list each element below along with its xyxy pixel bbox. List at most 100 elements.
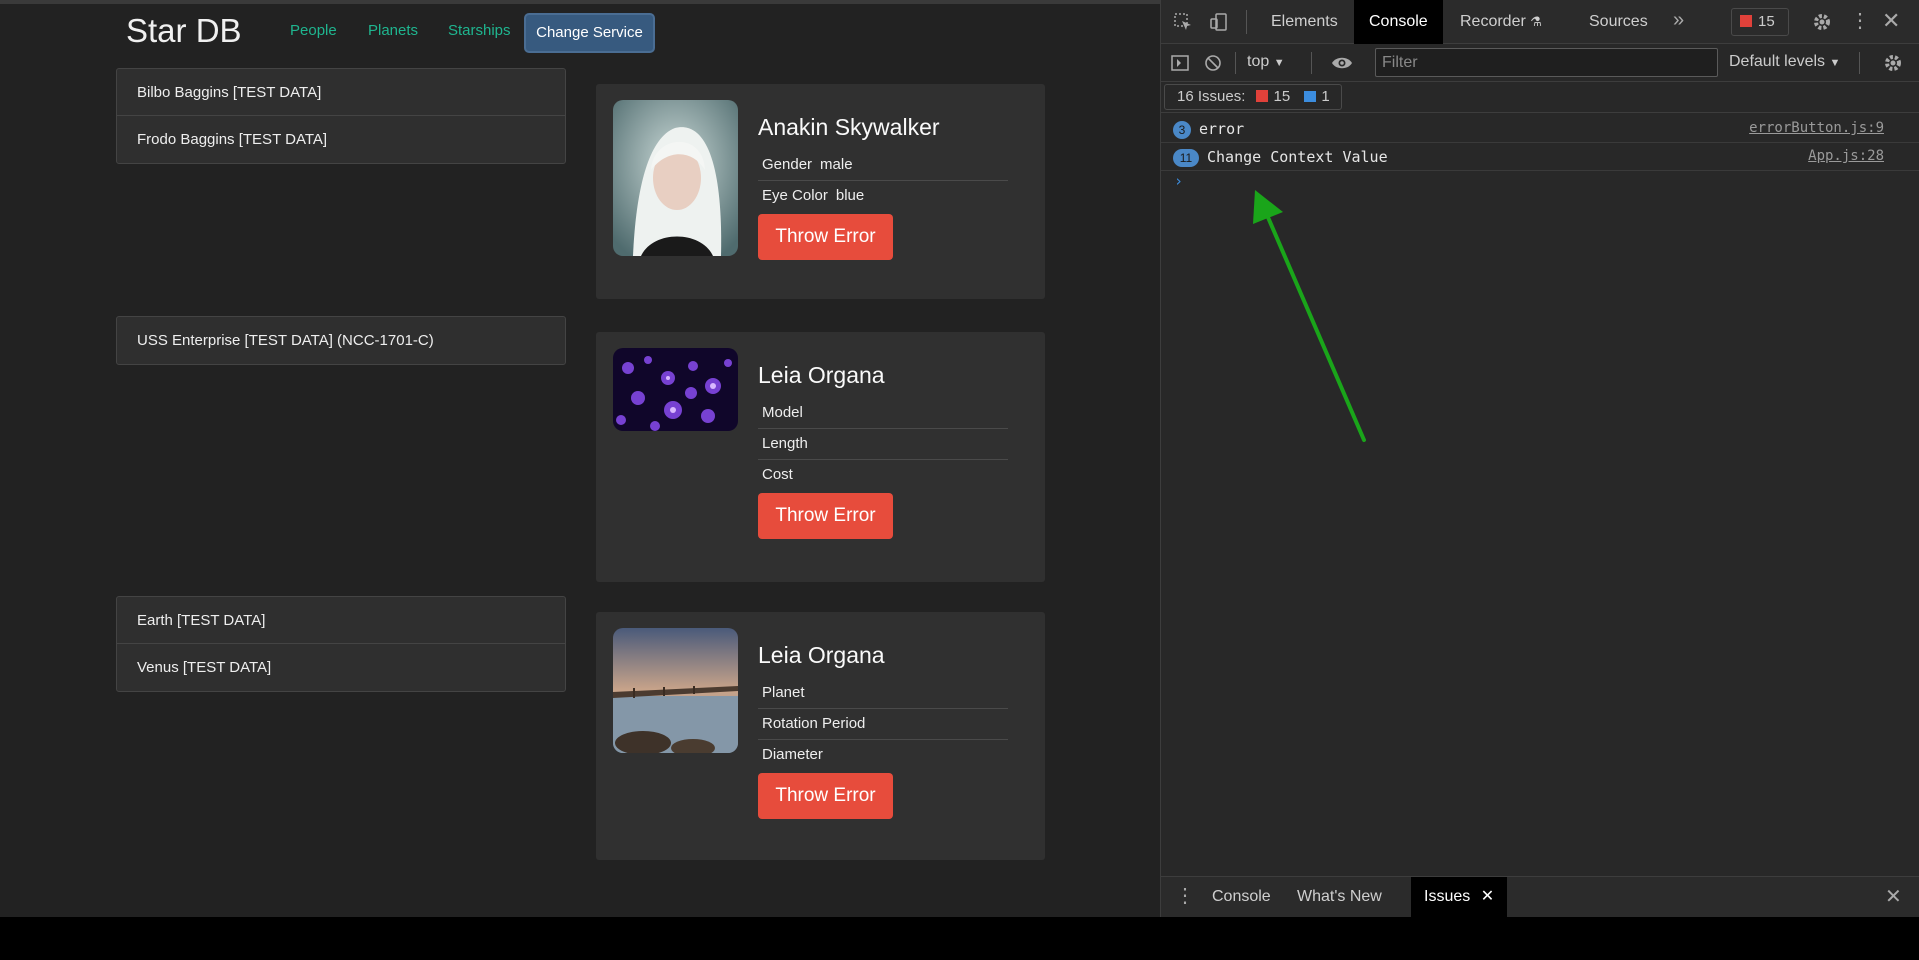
starship-image [613, 348, 738, 431]
prop-label: Model [762, 404, 803, 421]
annotation-arrow [1253, 190, 1366, 442]
error-count: 15 [1758, 13, 1775, 30]
prop-length: Length [758, 429, 1008, 460]
prop-label: Planet [762, 684, 805, 701]
drawer-tab-whats-new[interactable]: What's New [1297, 877, 1382, 917]
divider [1246, 10, 1247, 34]
console-settings-gear-icon[interactable] [1883, 53, 1903, 76]
prop-value: blue [835, 187, 865, 204]
sidebar-toggle-icon[interactable] [1171, 54, 1189, 75]
prop-label: Gender [762, 156, 813, 173]
clear-console-icon[interactable] [1204, 54, 1222, 75]
close-tab-icon[interactable]: ✕ [1481, 888, 1494, 905]
prop-cost: Cost [758, 460, 1008, 491]
prop-eye-color: Eye Color blue [758, 181, 1008, 212]
issues-info-count: 1 [1321, 88, 1330, 105]
drawer-tab-bar: ⋮ Console What's New Issues ✕ ✕ [1161, 876, 1919, 917]
list-item[interactable]: Frodo Baggins [TEST DATA] [117, 116, 565, 163]
log-source-link[interactable]: errorButton.js:9 [1749, 120, 1884, 136]
divider [1859, 52, 1860, 74]
list-item[interactable]: USS Enterprise [TEST DATA] (NCC-1701-C) [117, 317, 565, 364]
planet-details-body: Leia Organa Planet Rotation Period Diame… [758, 642, 1008, 819]
flask-icon: ⚗ [1530, 14, 1542, 29]
tab-sources[interactable]: Sources [1589, 0, 1648, 44]
planets-list: Earth [TEST DATA] Venus [TEST DATA] [116, 596, 566, 692]
filter-input[interactable]: Filter [1375, 48, 1718, 77]
nav-people[interactable]: People [290, 22, 337, 39]
devtools-panel: Elements Console Recorder ⚗ Sources » 15… [1160, 0, 1919, 917]
log-levels-select[interactable]: Default levels ▼ [1729, 53, 1840, 71]
list-item[interactable]: Earth [TEST DATA] [117, 597, 565, 644]
person-details-body: Anakin Skywalker Gender male Eye Color blu… [758, 114, 1008, 260]
planet-name: Leia Organa [758, 642, 885, 668]
throw-error-button[interactable]: Throw Error [758, 214, 893, 260]
star-db-app: Star DB People Planets Starships Change … [0, 0, 1160, 917]
close-drawer-icon[interactable]: ✕ [1885, 887, 1902, 907]
prop-label: Eye Color [762, 187, 828, 204]
devtools-tab-bar: Elements Console Recorder ⚗ Sources » 15… [1161, 0, 1919, 44]
change-service-button[interactable]: Change Service [524, 13, 655, 53]
tab-console[interactable]: Console [1354, 0, 1443, 44]
gear-icon[interactable] [1812, 12, 1832, 35]
issues-label: 16 Issues: [1177, 88, 1246, 105]
nav-planets[interactable]: Planets [368, 22, 418, 39]
planet-details-card: Leia Organa Planet Rotation Period Diame… [596, 612, 1045, 860]
drawer-tab-issues[interactable]: Issues ✕ [1411, 877, 1508, 917]
console-toolbar: top ▼ Filter Default levels ▼ [1161, 44, 1919, 82]
brand-title[interactable]: Star DB [126, 12, 242, 50]
console-log-row[interactable]: 11 Change Context Value App.js:28 [1161, 143, 1919, 171]
planet-image [613, 628, 738, 753]
prop-label: Diameter [762, 746, 823, 763]
issues-bar: 16 Issues: 15 1 [1161, 82, 1919, 113]
prop-label: Rotation Period [762, 715, 866, 732]
eye-icon[interactable] [1331, 55, 1353, 74]
inspect-element-icon[interactable] [1173, 12, 1193, 35]
person-details-card: Anakin Skywalker Gender male Eye Color blu… [596, 84, 1045, 299]
drawer-menu-icon[interactable]: ⋮ [1175, 886, 1195, 906]
log-message: Change Context Value [1207, 148, 1388, 166]
prop-planet: Planet [758, 678, 1008, 709]
kebab-menu-icon[interactable]: ⋮ [1850, 11, 1870, 31]
drawer-tab-console[interactable]: Console [1212, 877, 1271, 917]
prop-diameter: Diameter [758, 740, 1008, 771]
list-item[interactable]: Venus [TEST DATA] [117, 644, 565, 691]
log-message: error [1199, 120, 1245, 138]
error-count-badge[interactable]: 15 [1731, 8, 1789, 36]
nav-starships[interactable]: Starships [448, 22, 511, 39]
error-flag-icon [1740, 15, 1752, 27]
drawer-tab-issues-label: Issues [1424, 888, 1471, 905]
person-name: Anakin Skywalker [758, 114, 940, 140]
console-prompt-icon[interactable]: › [1174, 172, 1183, 190]
console-log-row[interactable]: 3 error errorButton.js:9 [1161, 115, 1919, 143]
people-list: Bilbo Baggins [TEST DATA] Frodo Baggins … [116, 68, 566, 164]
tab-recorder[interactable]: Recorder ⚗ [1460, 0, 1542, 44]
issues-error-count: 15 [1273, 88, 1291, 105]
log-levels-value: Default levels [1729, 53, 1826, 70]
error-flag-icon [1255, 90, 1268, 102]
log-source-link[interactable]: App.js:28 [1808, 148, 1884, 164]
prop-model: Model [758, 398, 1008, 429]
starships-list: USS Enterprise [TEST DATA] (NCC-1701-C) [116, 316, 566, 365]
bottom-black-strip [0, 917, 1919, 960]
more-tabs-icon[interactable]: » [1673, 10, 1684, 30]
throw-error-button[interactable]: Throw Error [758, 493, 893, 539]
dropdown-arrow-icon: ▼ [1273, 57, 1285, 69]
close-icon[interactable]: ✕ [1882, 10, 1900, 32]
tab-elements[interactable]: Elements [1271, 0, 1338, 44]
dropdown-arrow-icon: ▼ [1829, 57, 1841, 69]
context-select[interactable]: top ▼ [1247, 53, 1285, 71]
prop-label: Cost [762, 466, 793, 483]
starship-details-card: Leia Organa Model Length Cost Throw Erro… [596, 332, 1045, 582]
list-item[interactable]: Bilbo Baggins [TEST DATA] [117, 69, 565, 116]
starship-name: Leia Organa [758, 362, 885, 388]
tab-recorder-label: Recorder [1460, 13, 1526, 30]
info-flag-icon [1304, 91, 1317, 102]
repeat-count-badge: 3 [1173, 121, 1191, 139]
prop-gender: Gender male [758, 150, 1008, 181]
divider [1311, 52, 1312, 74]
issues-summary-button[interactable]: 16 Issues: 15 1 [1164, 84, 1342, 110]
throw-error-button[interactable]: Throw Error [758, 773, 893, 819]
device-toolbar-icon[interactable] [1209, 12, 1229, 35]
repeat-count-badge: 11 [1173, 149, 1199, 167]
prop-label: Length [762, 435, 808, 452]
